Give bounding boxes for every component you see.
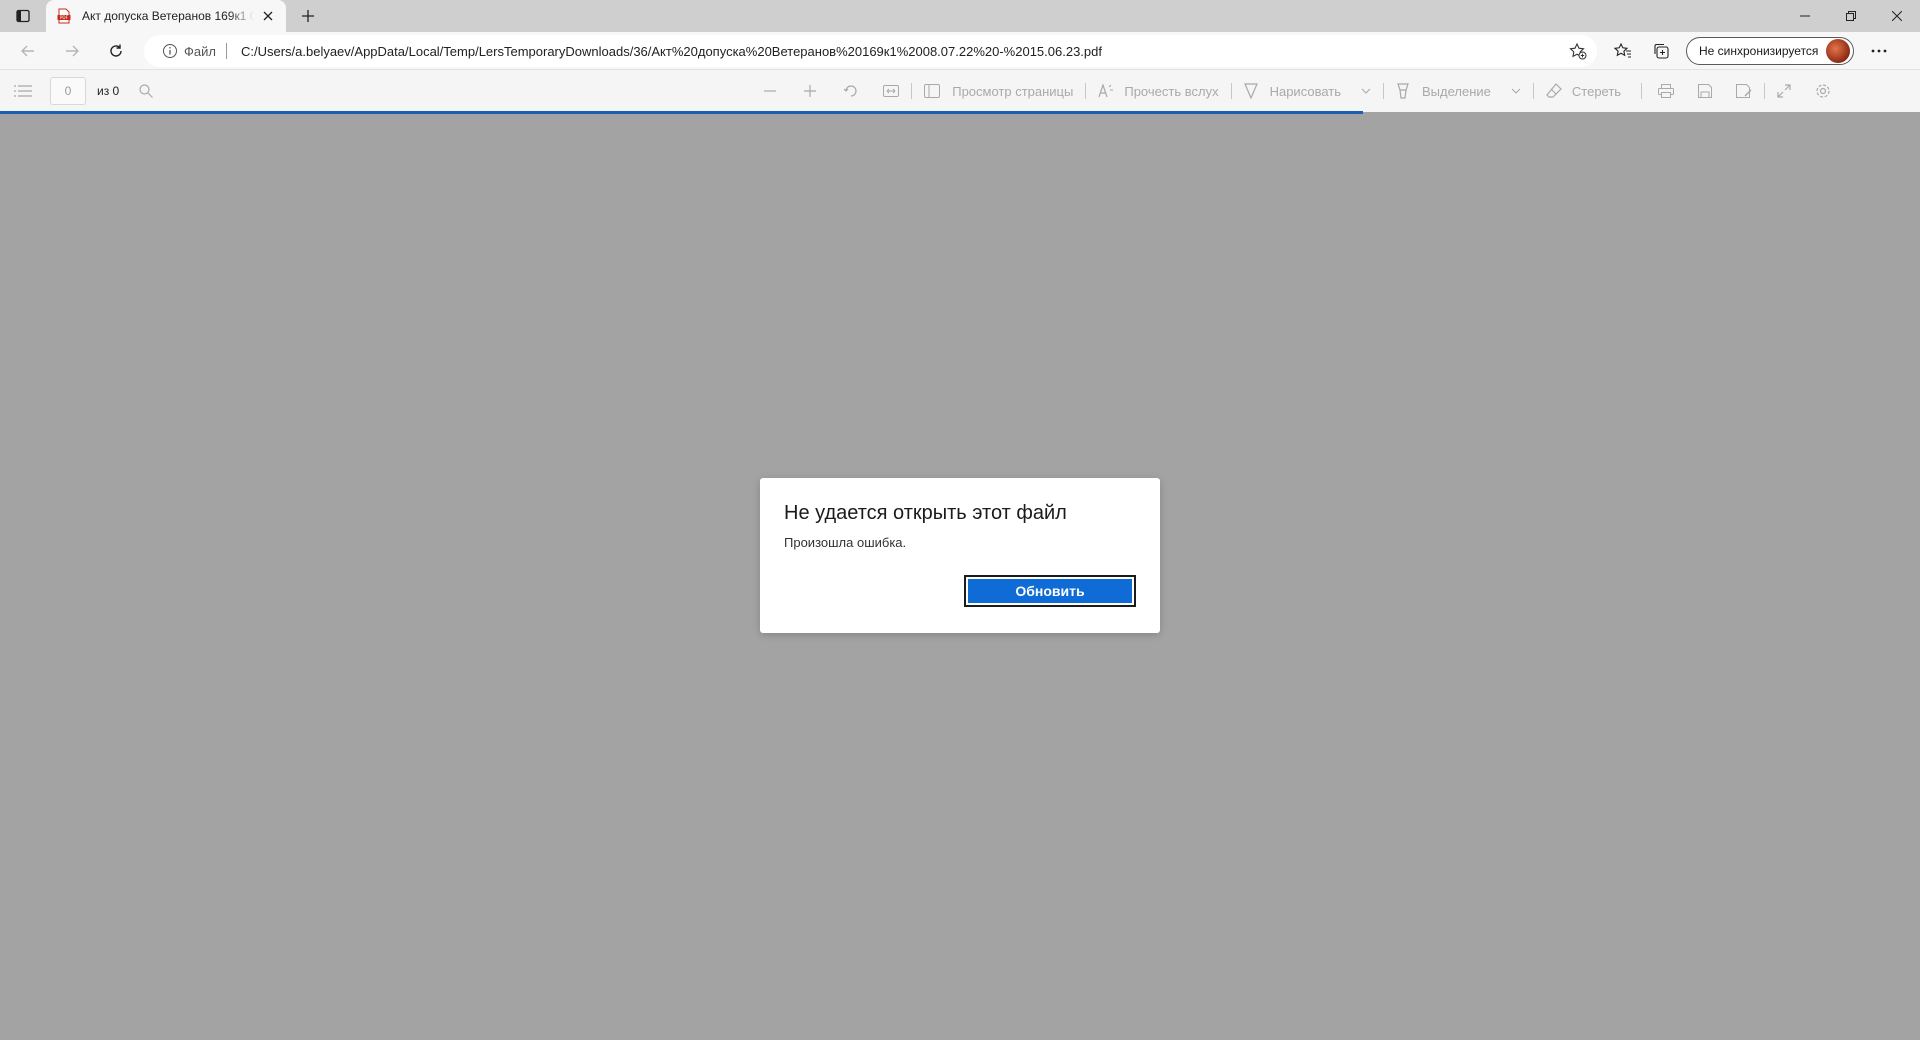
avatar: [1826, 39, 1851, 63]
dialog-title: Не удается открыть этот файл: [784, 502, 1067, 524]
highlight-icon: [1397, 83, 1409, 99]
page-view-icon: [924, 84, 941, 98]
highlight-dropdown[interactable]: [1511, 70, 1521, 112]
restore-icon: [1846, 11, 1856, 21]
minimize-button[interactable]: [1782, 0, 1828, 32]
search-button[interactable]: [139, 70, 154, 112]
fullscreen-icon: [1777, 84, 1791, 98]
back-button[interactable]: [6, 35, 50, 67]
svg-text:PDF: PDF: [60, 15, 69, 20]
search-icon: [139, 84, 154, 98]
save-icon: [1698, 84, 1713, 98]
draw-label: Нарисовать: [1269, 83, 1341, 99]
highlight-label: Выделение: [1422, 83, 1491, 99]
read-aloud-icon: [1098, 84, 1114, 98]
address-bar[interactable]: Файл C:/Users/a.belyaev/AppData/Local/Te…: [144, 35, 1597, 67]
info-icon[interactable]: [162, 43, 178, 59]
fit-icon: [883, 85, 900, 97]
plus-icon: [302, 10, 314, 22]
navigation-bar: Файл C:/Users/a.belyaev/AppData/Local/Te…: [0, 32, 1920, 70]
highlight-button[interactable]: Выделение: [1396, 70, 1491, 112]
save-as-button[interactable]: [1736, 70, 1752, 112]
scheme-label: Файл: [184, 43, 216, 59]
more-icon: [1872, 49, 1887, 53]
pdf-file-icon: PDF: [57, 8, 71, 24]
divider: [1383, 83, 1384, 99]
back-icon: [21, 45, 34, 56]
divider: [225, 43, 227, 59]
profile-button[interactable]: Не синхронизируется: [1686, 37, 1855, 65]
add-favorite-icon[interactable]: [1569, 42, 1587, 60]
divider: [1532, 83, 1534, 99]
print-icon: [1658, 84, 1675, 98]
close-icon: [263, 11, 273, 21]
page-view-button[interactable]: Просмотр страницы: [924, 70, 1073, 112]
tab-actions-button[interactable]: [0, 0, 46, 32]
loading-progress-bar: [0, 111, 1364, 114]
save-as-icon: [1736, 84, 1752, 98]
refresh-dialog-button-label: Обновить: [968, 579, 1132, 603]
contents-icon: [14, 85, 32, 97]
error-dialog: Не удается открыть этот файл Произошла о…: [760, 478, 1160, 633]
zoom-out-icon: [764, 90, 777, 92]
draw-dropdown[interactable]: [1361, 70, 1371, 112]
divider: [1085, 83, 1087, 99]
tab-actions-icon: [16, 9, 30, 23]
draw-icon: [1243, 83, 1258, 99]
close-icon: [1892, 11, 1902, 21]
refresh-button[interactable]: [94, 35, 138, 67]
new-tab-button[interactable]: [290, 0, 326, 32]
favorites-icon: [1614, 42, 1631, 58]
read-aloud-button[interactable]: Прочесть вслух: [1098, 70, 1219, 112]
zoom-out-button[interactable]: [763, 70, 777, 112]
fullscreen-button[interactable]: [1777, 70, 1791, 112]
favorites-button[interactable]: [1604, 35, 1642, 67]
erase-icon: [1546, 83, 1562, 98]
page-number-input[interactable]: 0: [50, 77, 86, 105]
pdf-toolbar: 0 из 0 Просмотр страницы Прочесть вслух …: [0, 70, 1920, 112]
tab-title: Акт допуска Ветеранов 169к1 0: [82, 9, 254, 23]
zoom-in-button[interactable]: [803, 70, 817, 112]
contents-button[interactable]: [14, 70, 32, 112]
url-text[interactable]: C:/Users/a.belyaev/AppData/Local/Temp/Le…: [241, 44, 1102, 59]
settings-icon: [1816, 84, 1830, 98]
tab-strip: PDF Акт допуска Ветеранов 169к1 0: [0, 0, 1920, 32]
collections-button[interactable]: [1642, 35, 1680, 67]
print-button[interactable]: [1658, 70, 1675, 112]
zoom-in-icon: [804, 85, 817, 97]
page-view-label: Просмотр страницы: [952, 83, 1074, 99]
more-button[interactable]: [1860, 35, 1898, 67]
refresh-icon: [110, 44, 122, 57]
draw-button[interactable]: Нарисовать: [1243, 70, 1341, 112]
forward-button[interactable]: [50, 35, 94, 67]
tab-close-button[interactable]: [260, 8, 276, 24]
refresh-dialog-button[interactable]: Обновить: [964, 575, 1136, 607]
sync-status: Не синхронизируется: [1699, 44, 1819, 58]
minimize-icon: [1800, 15, 1810, 17]
erase-label: Стереть: [1571, 83, 1622, 99]
close-window-button[interactable]: [1874, 0, 1920, 32]
collections-icon: [1654, 43, 1669, 59]
settings-button[interactable]: [1815, 70, 1831, 112]
divider: [1764, 83, 1766, 99]
divider: [1230, 83, 1232, 99]
page-total: из 0: [97, 84, 120, 98]
read-aloud-label: Прочесть вслух: [1124, 83, 1219, 99]
dialog-message: Произошла ошибка.: [784, 535, 907, 550]
rotate-icon: [843, 85, 857, 97]
chevron-down-icon: [1361, 88, 1371, 94]
browser-tab[interactable]: PDF Акт допуска Ветеранов 169к1 0: [46, 0, 286, 32]
fit-page-button[interactable]: [883, 70, 900, 112]
divider: [1641, 83, 1643, 99]
rotate-button[interactable]: [843, 70, 859, 112]
erase-button[interactable]: Стереть: [1546, 70, 1621, 112]
chevron-down-icon: [1511, 88, 1521, 94]
restore-button[interactable]: [1828, 0, 1874, 32]
divider: [911, 83, 913, 99]
forward-icon: [66, 45, 79, 56]
save-button[interactable]: [1698, 70, 1713, 112]
